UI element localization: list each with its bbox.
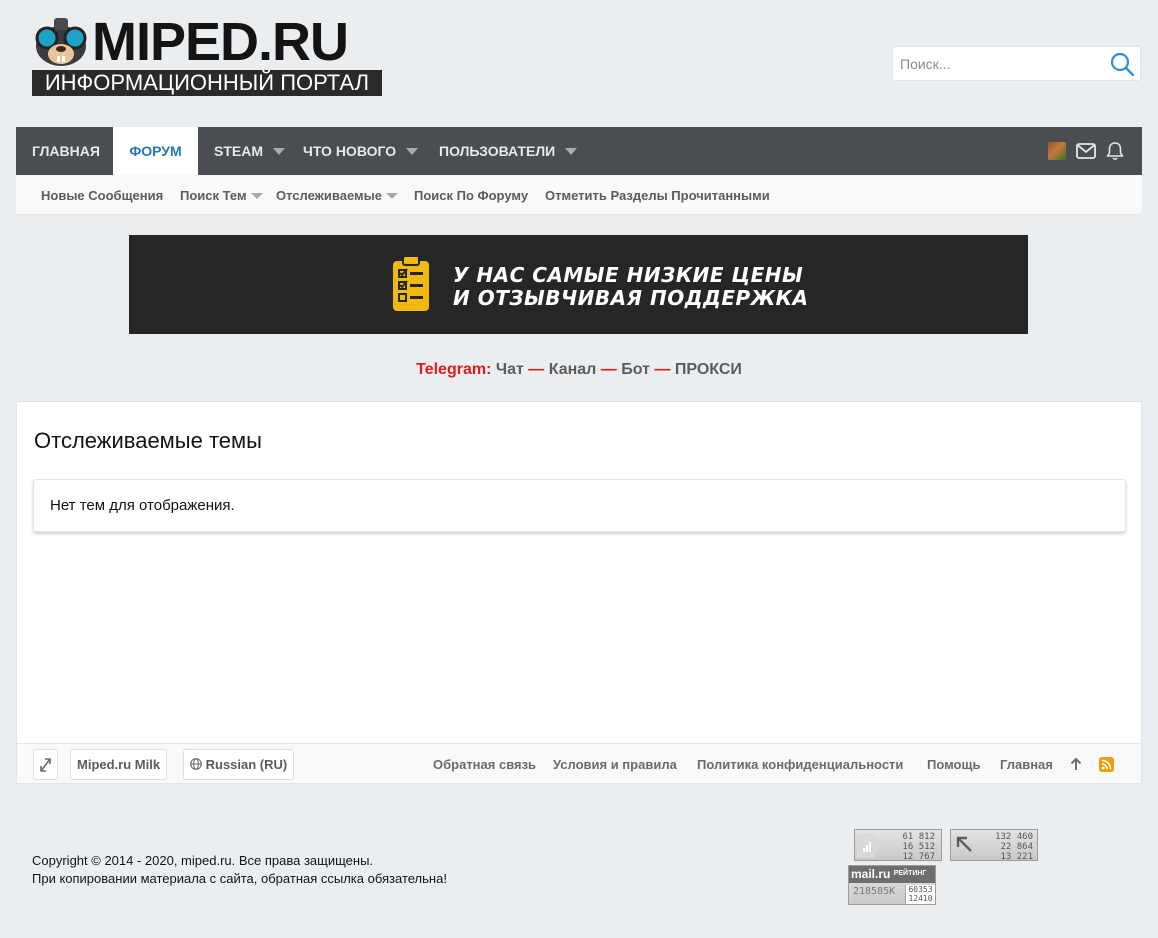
copyright-line-1: Copyright © 2014 - 2020, miped.ru. Все п… xyxy=(32,853,374,868)
tab-forum[interactable]: ФОРУМ xyxy=(113,127,198,175)
user-actions xyxy=(1048,141,1124,161)
chevron-down-icon[interactable] xyxy=(273,147,285,155)
telegram-proxy-link[interactable]: ПРОКСИ xyxy=(675,361,742,378)
footer-link-home[interactable]: Главная xyxy=(1000,744,1053,784)
search-icon[interactable] xyxy=(1110,52,1134,76)
subnav-mark-read[interactable]: Отметить Разделы Прочитанными xyxy=(545,175,770,215)
chevron-down-icon[interactable] xyxy=(406,147,419,155)
subnav-new-posts[interactable]: Новые Сообщения xyxy=(41,175,163,215)
separator: — xyxy=(528,361,545,378)
mailru-counter[interactable]: mail.ru РЕЙТИНГ 218585K 60353 12410 xyxy=(848,865,936,905)
chevron-down-icon[interactable] xyxy=(385,192,398,199)
globe-icon xyxy=(190,758,202,770)
subnav-search-forums[interactable]: Поиск По Форуму xyxy=(414,175,528,215)
search-input[interactable] xyxy=(893,47,1103,80)
bell-icon[interactable] xyxy=(1106,141,1124,161)
tab-home[interactable]: ГЛАВНАЯ xyxy=(32,127,100,175)
mailru-tag: РЕЙТИНГ xyxy=(893,870,927,877)
language-label: Russian (RU) xyxy=(205,757,288,772)
expand-icon xyxy=(40,758,51,772)
rss-icon[interactable] xyxy=(1099,757,1114,772)
tab-home-label: ГЛАВНАЯ xyxy=(32,143,100,159)
subnav-find-threads[interactable]: Поиск Тем xyxy=(180,175,263,215)
chevron-down-icon[interactable] xyxy=(250,192,263,199)
mascot-icon xyxy=(35,18,87,66)
tab-whats-new-label: ЧТО НОВОГО xyxy=(303,143,397,159)
footer-bar: Miped.ru Milk Russian (RU) Обратная связ… xyxy=(17,743,1141,783)
copyright-line-2: При копировании материала с сайта, обрат… xyxy=(32,871,447,886)
tab-forum-label: ФОРУМ xyxy=(129,143,182,159)
counter-value: 60353 xyxy=(908,885,933,894)
separator: — xyxy=(654,361,671,378)
arrow-up-left-icon xyxy=(956,836,972,852)
tab-members[interactable]: ПОЛЬЗОВАТЕЛИ xyxy=(439,127,578,175)
mailru-brand: mail.ru xyxy=(851,867,891,881)
search-box[interactable] xyxy=(892,46,1141,81)
empty-notice: Нет тем для отображения. xyxy=(33,479,1126,532)
footer-link-feedback[interactable]: Обратная связь xyxy=(433,744,536,784)
tab-steam[interactable]: STEAM xyxy=(214,127,285,175)
logo-title: MIPED.RU xyxy=(92,12,349,72)
avatar[interactable] xyxy=(1048,142,1066,160)
hit-counter[interactable]: 132 460 22 864 13 221 xyxy=(950,829,1038,862)
sub-nav: Новые Сообщения Поиск Тем Отслеживаемые … xyxy=(16,175,1142,215)
stats-icon xyxy=(857,834,881,858)
liveinternet-counter[interactable]: 61 812 16 512 12 767 xyxy=(854,829,942,862)
telegram-links: Telegram: Чат — Канал — Бот — ПРОКСИ xyxy=(0,359,1158,381)
telegram-bot-link[interactable]: Бот xyxy=(621,361,650,378)
style-chooser-button[interactable]: Miped.ru Milk xyxy=(70,749,168,780)
subnav-watched-label: Отслеживаемые xyxy=(276,188,382,203)
arrow-up-icon[interactable] xyxy=(1070,757,1082,771)
tab-whats-new[interactable]: ЧТО НОВОГО xyxy=(303,127,419,175)
telegram-channel-link[interactable]: Канал xyxy=(549,361,597,378)
envelope-icon[interactable] xyxy=(1076,143,1096,159)
subnav-watched[interactable]: Отслеживаемые xyxy=(276,175,398,215)
copyright: Copyright © 2014 - 2020, miped.ru. Все п… xyxy=(32,852,447,888)
footer-link-terms[interactable]: Условия и правила xyxy=(553,744,677,784)
ad-banner[interactable]: У НАС САМЫЕ НИЗКИЕ ЦЕНЫ И ОТЗЫВЧИВАЯ ПОД… xyxy=(129,235,1028,334)
counter-value: 13 221 xyxy=(1000,852,1033,862)
footer-link-privacy[interactable]: Политика конфиденциальности xyxy=(697,744,903,784)
page-title: Отслеживаемые темы xyxy=(34,428,262,453)
expand-width-button[interactable] xyxy=(33,749,58,780)
content-panel: Отслеживаемые темы Нет тем для отображен… xyxy=(16,401,1142,784)
mailru-total: 218585K xyxy=(853,886,896,897)
banner-line-2: И ОТЗЫВЧИВАЯ ПОДДЕРЖКА xyxy=(453,286,809,310)
logo-subtitle: ИНФОРМАЦИОННЫЙ ПОРТАЛ xyxy=(32,70,382,96)
language-chooser-button[interactable]: Russian (RU) xyxy=(183,749,295,780)
main-nav: ГЛАВНАЯ ФОРУМ STEAM ЧТО НОВОГО ПОЛЬЗОВАТ… xyxy=(16,127,1142,175)
site-logo[interactable]: MIPED.RU ИНФОРМАЦИОННЫЙ ПОРТАЛ xyxy=(32,14,382,98)
subnav-find-threads-label: Поиск Тем xyxy=(180,188,247,203)
clipboard-icon xyxy=(393,255,429,311)
telegram-chat-link[interactable]: Чат xyxy=(496,361,524,378)
chevron-down-icon[interactable] xyxy=(565,147,578,155)
tab-steam-label: STEAM xyxy=(214,143,263,159)
telegram-label: Telegram: xyxy=(416,361,492,378)
tab-members-label: ПОЛЬЗОВАТЕЛИ xyxy=(439,143,556,159)
counter-value: 12410 xyxy=(908,894,933,903)
separator: — xyxy=(600,361,617,378)
footer-link-help[interactable]: Помощь xyxy=(927,744,980,784)
banner-line-1: У НАС САМЫЕ НИЗКИЕ ЦЕНЫ xyxy=(453,263,804,287)
